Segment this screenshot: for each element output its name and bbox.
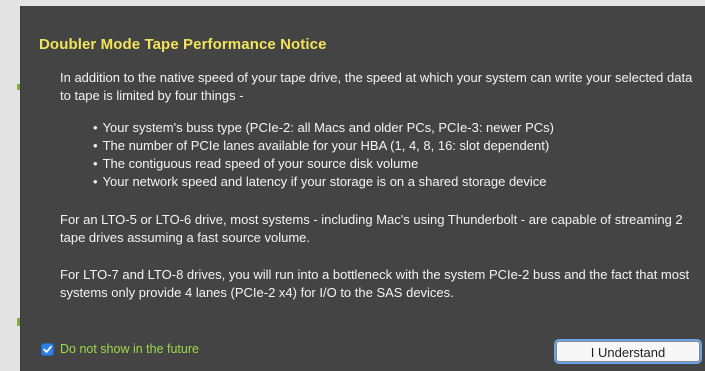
edge-artifact (17, 84, 20, 90)
lto5-lto6-paragraph: For an LTO-5 or LTO-6 drive, most system… (60, 212, 683, 245)
dialog-title: Doubler Mode Tape Performance Notice (39, 36, 327, 53)
notice-dialog: Doubler Mode Tape Performance Notice In … (20, 6, 705, 371)
edge-artifact (17, 318, 20, 326)
list-item: • The number of PCIe lanes available for … (93, 137, 700, 155)
bullet-icon: • (93, 156, 98, 171)
limiting-factors-list: • Your system's buss type (PCIe-2: all Ma… (60, 119, 700, 191)
dialog-body: In addition to the native speed of your … (60, 69, 700, 302)
checkmark-icon (43, 345, 52, 353)
list-item-text: Your network speed and latency if your s… (102, 174, 547, 189)
do-not-show-label[interactable]: Do not show in the future (60, 342, 199, 356)
do-not-show-checkbox[interactable] (41, 342, 54, 356)
list-item: • Your network speed and latency if your … (93, 173, 700, 191)
list-item-text: Your system's buss type (PCIe-2: all Mac… (102, 120, 554, 135)
list-item-text: The number of PCIe lanes available for y… (102, 138, 550, 153)
do-not-show-checkbox-row[interactable]: Do not show in the future (41, 342, 199, 356)
i-understand-button[interactable]: I Understand (556, 341, 700, 362)
intro-paragraph: In addition to the native speed of your … (60, 70, 693, 103)
list-item: • Your system's buss type (PCIe-2: all Ma… (93, 119, 700, 137)
bullet-icon: • (93, 174, 98, 189)
bullet-icon: • (93, 120, 98, 135)
list-item-text: The contiguous read speed of your source… (102, 156, 419, 171)
lto7-lto8-paragraph: For LTO-7 and LTO-8 drives, you will run… (60, 267, 690, 300)
bullet-icon: • (93, 138, 98, 153)
list-item: • The contiguous read speed of your sourc… (93, 155, 700, 173)
